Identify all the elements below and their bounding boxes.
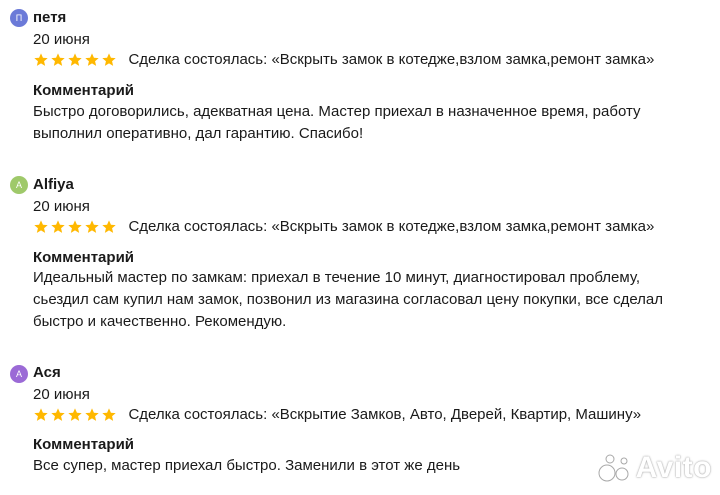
star-icon [67, 52, 83, 68]
rating-row: Сделка состоялась: «Вскрыть замок в коте… [33, 218, 654, 238]
star-icon [33, 219, 49, 235]
comment-line: быстро и качественно. Рекомендую. [33, 313, 287, 330]
comment-label: Комментарий [33, 436, 135, 453]
star-icon [84, 219, 100, 235]
star-rating [33, 218, 118, 236]
review-date: 20 июня [33, 386, 90, 403]
star-icon [50, 407, 66, 423]
star-icon [50, 52, 66, 68]
comment-line: Идеальный мастер по замкам: приехал в те… [33, 269, 641, 286]
comment-text: Идеальный мастер по замкам: приехал в те… [33, 267, 703, 333]
review-date: 20 июня [33, 198, 90, 215]
reviewer-name[interactable]: петя [33, 9, 66, 27]
avito-watermark: Avito [598, 451, 712, 485]
avatar[interactable]: A [10, 176, 28, 194]
comment-label: Комментарий [33, 249, 135, 266]
deal-info: Сделка состоялась: «Вскрытие Замков, Авт… [128, 406, 642, 423]
star-icon [33, 52, 49, 68]
star-rating [33, 51, 118, 69]
deal-info: Сделка состоялась: «Вскрыть замок в коте… [128, 51, 655, 68]
star-icon [101, 52, 117, 68]
reviewer-name[interactable]: Ася [33, 364, 61, 382]
avatar[interactable]: П [10, 9, 28, 27]
comment-line: сьездил сам купил нам замок, позвонил из… [33, 291, 664, 308]
star-icon [67, 219, 83, 235]
comment-line: Быстро договорились, адекватная цена. Ма… [33, 103, 641, 120]
avatar[interactable]: А [10, 365, 28, 383]
star-rating [33, 406, 118, 424]
star-icon [101, 407, 117, 423]
star-icon [50, 219, 66, 235]
star-icon [33, 407, 49, 423]
review-date: 20 июня [33, 31, 90, 48]
reviewer-name[interactable]: Alfiya [33, 176, 74, 194]
star-icon [67, 407, 83, 423]
star-icon [101, 219, 117, 235]
star-icon [84, 407, 100, 423]
watermark-text: Avito [635, 451, 712, 484]
comment-line: выполнил оперативно, дал гарантию. Спаси… [33, 125, 364, 142]
avito-dots-icon [598, 454, 629, 482]
star-icon [84, 52, 100, 68]
deal-info: Сделка состоялась: «Вскрыть замок в коте… [128, 218, 655, 235]
rating-row: Сделка состоялась: «Вскрытие Замков, Авт… [33, 406, 641, 426]
comment-label: Комментарий [33, 82, 135, 99]
rating-row: Сделка состоялась: «Вскрыть замок в коте… [33, 51, 654, 71]
comment-text: Быстро договорились, адекватная цена. Ма… [33, 101, 703, 145]
